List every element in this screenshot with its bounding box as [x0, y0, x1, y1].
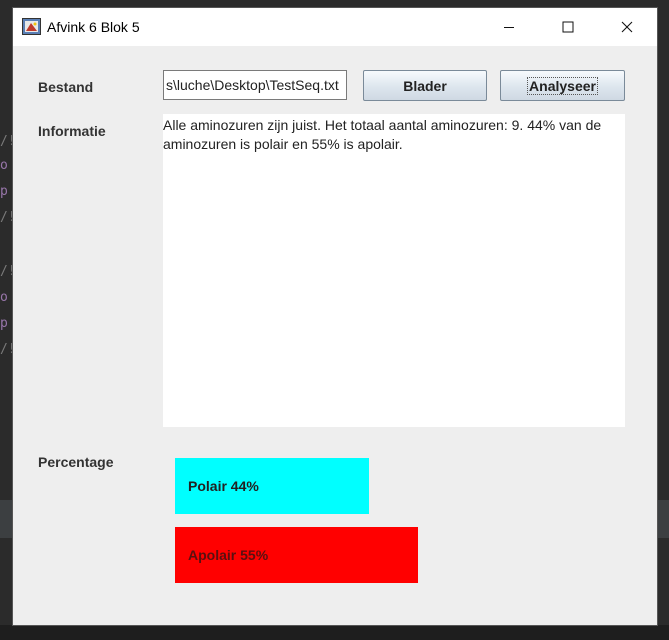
- title-bar[interactable]: Afvink 6 Blok 5: [13, 8, 657, 46]
- informatie-label: Informatie: [38, 123, 106, 139]
- close-button[interactable]: [604, 8, 650, 46]
- informatie-text-area[interactable]: Alle aminozuren zijn juist. Het totaal a…: [163, 114, 625, 427]
- app-window: Afvink 6 Blok 5 Bestand s\luche\Desktop\…: [13, 8, 657, 625]
- bestand-label: Bestand: [38, 79, 94, 95]
- background-bottom: [0, 625, 669, 640]
- polair-bar-label: Polair 44%: [188, 478, 259, 494]
- maximize-button[interactable]: [545, 8, 591, 46]
- percentage-label: Percentage: [38, 454, 114, 470]
- window-title: Afvink 6 Blok 5: [47, 19, 140, 35]
- minimize-icon: [504, 27, 514, 28]
- minimize-button[interactable]: [486, 8, 532, 46]
- apolair-bar-label: Apolair 55%: [188, 547, 269, 563]
- polair-bar: Polair 44%: [175, 458, 369, 514]
- maximize-icon: [562, 21, 574, 33]
- apolair-bar: Apolair 55%: [175, 527, 418, 583]
- analyseer-button-label: Analyseer: [527, 76, 598, 95]
- close-icon: [621, 21, 633, 33]
- file-path-field[interactable]: s\luche\Desktop\TestSeq.txt: [163, 70, 347, 100]
- app-icon: [22, 18, 41, 35]
- blader-button[interactable]: Blader: [363, 70, 487, 101]
- analyseer-button[interactable]: Analyseer: [500, 70, 625, 101]
